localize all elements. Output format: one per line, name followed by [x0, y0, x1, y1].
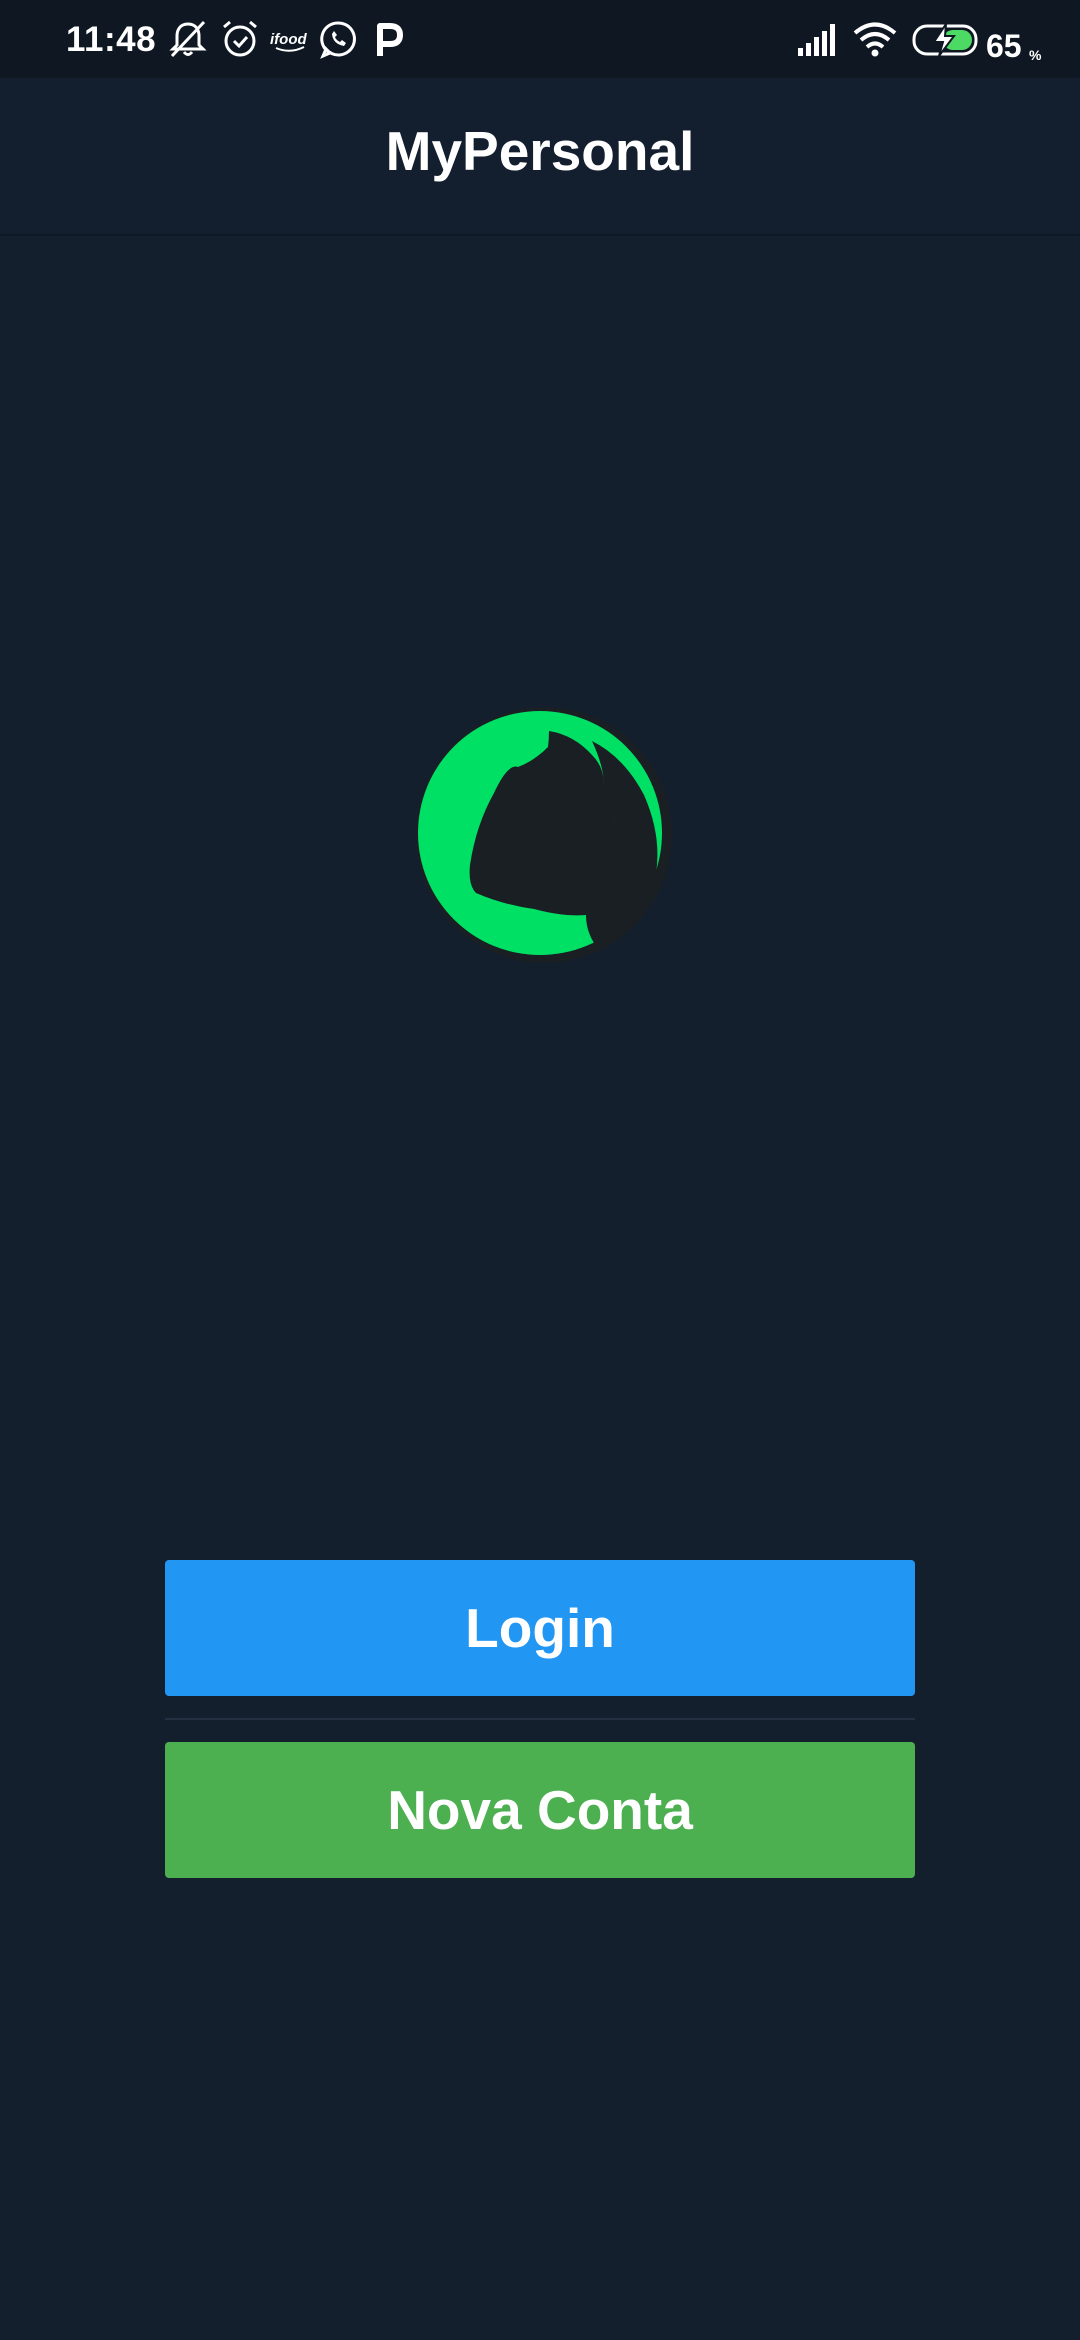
p-icon [372, 18, 406, 60]
mute-bell-icon [168, 18, 208, 60]
whatsapp-icon [318, 18, 358, 60]
svg-text:ifood: ifood [270, 31, 307, 48]
alarm-icon [220, 18, 260, 60]
flexed-arm-icon [416, 707, 672, 963]
battery-unit: % [1029, 47, 1042, 63]
app-bar: MyPersonal [0, 78, 1080, 236]
status-bar: 11:48 ifood 65 % [0, 0, 1080, 78]
new-account-button[interactable]: Nova Conta [165, 1742, 915, 1878]
status-time: 11:48 [66, 20, 157, 59]
battery-level: 65 [986, 28, 1022, 64]
app-logo [414, 705, 674, 965]
button-divider [165, 1718, 915, 1720]
wifi-icon [852, 18, 898, 60]
battery-charging-icon [912, 18, 982, 60]
app-title: MyPersonal [385, 120, 695, 182]
signal-icon [796, 18, 840, 60]
login-button[interactable]: Login [165, 1560, 915, 1696]
ifood-icon: ifood [270, 30, 310, 72]
